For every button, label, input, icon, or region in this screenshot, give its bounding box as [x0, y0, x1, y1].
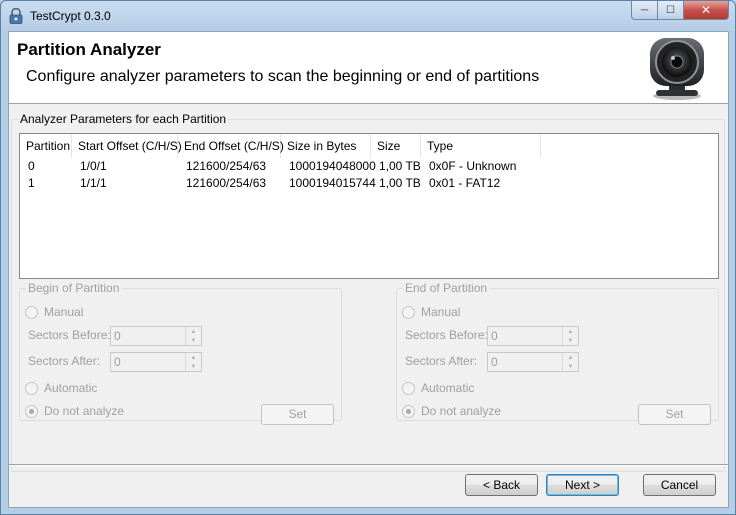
- group-label: Analyzer Parameters for each Partition: [20, 112, 227, 126]
- back-button[interactable]: < Back: [465, 474, 538, 496]
- begin-do-not-analyze-label: Do not analyze: [44, 404, 125, 418]
- wizard-header: Partition Analyzer Configure analyzer pa…: [9, 32, 728, 104]
- spin-up-icon[interactable]: ▲: [563, 353, 578, 362]
- end-sectors-after-label: Sectors After:: [405, 354, 478, 368]
- cell-type: 0x0F - Unknown: [429, 159, 517, 173]
- close-icon: ✕: [700, 3, 712, 17]
- end-of-partition-group: End of Partition: [396, 281, 719, 421]
- spinner-value: 0: [491, 329, 498, 343]
- webcam-icon: [650, 38, 704, 100]
- wizard-client-area: Partition Analyzer Configure analyzer pa…: [8, 31, 729, 508]
- begin-automatic-radio[interactable]: [25, 382, 38, 395]
- begin-manual-label: Manual: [44, 305, 84, 319]
- begin-sectors-before-label: Sectors Before:: [28, 328, 111, 342]
- spin-up-icon[interactable]: ▲: [186, 327, 201, 336]
- table-row[interactable]: 0 1/0/1 121600/254/63 1000194048000 1,00…: [20, 158, 718, 175]
- maximize-icon: ☐: [666, 4, 675, 16]
- end-sectors-before-spinner[interactable]: 0 ▲ ▼: [487, 326, 579, 346]
- title-bar[interactable]: TestCrypt 0.3.0 ─ ☐ ✕: [1, 1, 735, 31]
- spin-down-icon[interactable]: ▼: [563, 336, 578, 345]
- cell-partition: 1: [28, 176, 35, 190]
- minimize-icon: ─: [640, 4, 649, 16]
- column-header-start-offset[interactable]: Start Offset (C/H/S): [72, 134, 182, 158]
- column-header-size-bytes[interactable]: Size in Bytes: [281, 134, 371, 158]
- cancel-button[interactable]: Cancel: [643, 474, 716, 496]
- footer-divider: [9, 464, 728, 466]
- spin-down-icon[interactable]: ▼: [563, 362, 578, 371]
- spin-up-icon[interactable]: ▲: [186, 353, 201, 362]
- page-title: Partition Analyzer: [17, 40, 161, 59]
- list-header: Partition Start Offset (C/H/S) End Offse…: [20, 134, 718, 158]
- group-label: End of Partition: [405, 281, 488, 295]
- spinner-value: 0: [114, 355, 121, 369]
- begin-automatic-label: Automatic: [44, 381, 98, 395]
- cell-size-bytes: 1000194048000: [289, 159, 376, 173]
- end-do-not-analyze-radio[interactable]: [402, 405, 415, 418]
- cell-type: 0x01 - FAT12: [429, 176, 501, 190]
- cell-end-offset: 121600/254/63: [186, 176, 267, 190]
- column-header-size[interactable]: Size: [371, 134, 421, 158]
- group-label: Begin of Partition: [28, 281, 120, 295]
- cell-size: 1,00 TB: [379, 159, 421, 173]
- app-window: TestCrypt 0.3.0 ─ ☐ ✕ Partition Analyzer…: [0, 0, 736, 515]
- begin-sectors-after-label: Sectors After:: [28, 354, 101, 368]
- partition-list[interactable]: Partition Start Offset (C/H/S) End Offse…: [19, 133, 719, 279]
- spinner-value: 0: [491, 355, 498, 369]
- end-do-not-analyze-label: Do not analyze: [421, 404, 502, 418]
- end-manual-label: Manual: [421, 305, 461, 319]
- minimize-button[interactable]: ─: [631, 1, 658, 20]
- end-set-button[interactable]: Set: [638, 404, 711, 425]
- column-header-end-offset[interactable]: End Offset (C/H/S): [178, 134, 284, 158]
- begin-do-not-analyze-radio[interactable]: [25, 405, 38, 418]
- end-automatic-radio[interactable]: [402, 382, 415, 395]
- close-button[interactable]: ✕: [684, 1, 729, 20]
- end-manual-radio[interactable]: [402, 306, 415, 319]
- spinner-value: 0: [114, 329, 121, 343]
- caption-buttons: ─ ☐ ✕: [631, 1, 729, 21]
- window-title: TestCrypt 0.3.0: [30, 9, 111, 23]
- column-header-partition[interactable]: Partition: [20, 134, 72, 158]
- cell-start-offset: 1/0/1: [80, 159, 107, 173]
- cell-size-bytes: 1000194015744: [289, 176, 376, 190]
- next-button[interactable]: Next >: [546, 474, 619, 496]
- end-sectors-after-spinner[interactable]: 0 ▲ ▼: [487, 352, 579, 372]
- cell-partition: 0: [28, 159, 35, 173]
- begin-of-partition-group: Begin of Partition: [19, 281, 342, 421]
- spin-up-icon[interactable]: ▲: [563, 327, 578, 336]
- table-row[interactable]: 1 1/1/1 121600/254/63 1000194015744 1,00…: [20, 175, 718, 192]
- lock-icon: [9, 8, 23, 24]
- end-automatic-label: Automatic: [421, 381, 475, 395]
- begin-set-button[interactable]: Set: [261, 404, 334, 425]
- begin-sectors-after-spinner[interactable]: 0 ▲ ▼: [110, 352, 202, 372]
- page-subtitle: Configure analyzer parameters to scan th…: [26, 68, 540, 85]
- cell-end-offset: 121600/254/63: [186, 159, 267, 173]
- spin-down-icon[interactable]: ▼: [186, 362, 201, 371]
- end-sectors-before-label: Sectors Before:: [405, 328, 488, 342]
- column-header-type[interactable]: Type: [421, 134, 541, 158]
- spin-down-icon[interactable]: ▼: [186, 336, 201, 345]
- cell-size: 1,00 TB: [379, 176, 421, 190]
- begin-sectors-before-spinner[interactable]: 0 ▲ ▼: [110, 326, 202, 346]
- cell-start-offset: 1/1/1: [80, 176, 107, 190]
- maximize-button[interactable]: ☐: [658, 1, 684, 20]
- begin-manual-radio[interactable]: [25, 306, 38, 319]
